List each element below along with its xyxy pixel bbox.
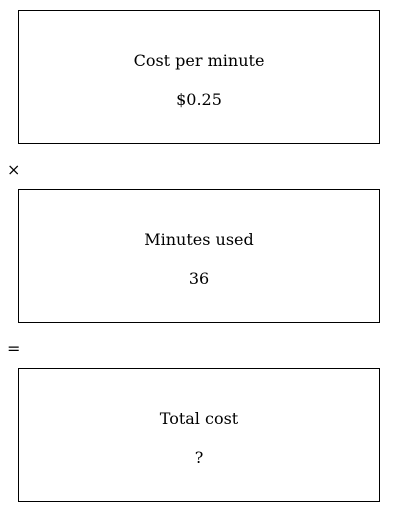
cost-per-minute-label: Cost per minute [133, 51, 265, 70]
minutes-used-box: Minutes used 36 [18, 189, 380, 323]
minutes-used-label: Minutes used [144, 230, 254, 249]
equals-operator: = [7, 339, 21, 358]
cost-per-minute-box: Cost per minute $0.25 [18, 10, 380, 144]
total-cost-box: Total cost ? [18, 368, 380, 502]
multiply-operator: × [7, 160, 21, 179]
minutes-used-value: 36 [188, 269, 210, 288]
cost-per-minute-value: $0.25 [176, 90, 222, 109]
total-cost-label: Total cost [159, 409, 239, 428]
total-cost-value: ? [194, 448, 204, 467]
